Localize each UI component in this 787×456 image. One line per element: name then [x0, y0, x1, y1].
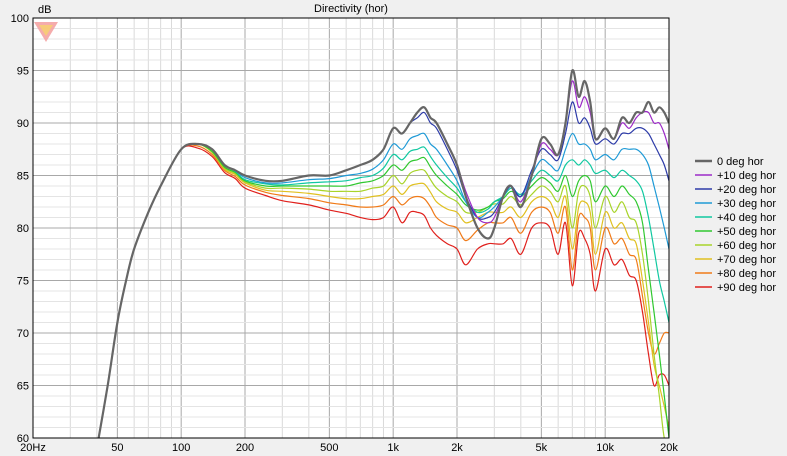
x-tick-label: 50 [111, 442, 123, 454]
y-tick-label: 70 [17, 328, 29, 340]
y-tick-label: 90 [17, 118, 29, 130]
y-tick-label: 85 [17, 171, 29, 183]
legend-entry: +30 deg hor [717, 198, 776, 210]
legend-entry: +50 deg hor [717, 226, 776, 238]
legend-entry: +80 deg hor [717, 268, 776, 280]
chart-title: Directivity (hor) [314, 3, 388, 15]
x-tick-label: 2k [451, 442, 463, 454]
y-tick-label: 65 [17, 381, 29, 393]
x-tick-label: 1k [387, 442, 399, 454]
x-tick-label: 100 [172, 442, 190, 454]
y-tick-label: 80 [17, 223, 29, 235]
directivity-chart: 20Hz 50 100 200 500 1k 2k 5k 10k 20k 606570758085… [0, 0, 787, 456]
x-tick-label: 500 [320, 442, 338, 454]
legend-entry: +90 deg hor [717, 282, 776, 294]
y-tick-label: 100 [11, 13, 29, 25]
legend-entry: +70 deg hor [717, 254, 776, 266]
x-tick-label: 10k [596, 442, 614, 454]
x-tick-label: 5k [536, 442, 548, 454]
y-tick-label: 95 [17, 66, 29, 78]
x-tick-label: 20k [660, 442, 678, 454]
legend-entry: +20 deg hor [717, 184, 776, 196]
legend-entry: +10 deg hor [717, 170, 776, 182]
x-tick-label: 200 [236, 442, 254, 454]
legend-entry: +60 deg hor [717, 240, 776, 252]
y-unit-label: dB [38, 4, 51, 16]
legend-entry: +40 deg hor [717, 212, 776, 224]
y-tick-label: 75 [17, 276, 29, 288]
y-tick-label: 60 [17, 433, 29, 445]
legend-entry: 0 deg hor [717, 156, 764, 168]
